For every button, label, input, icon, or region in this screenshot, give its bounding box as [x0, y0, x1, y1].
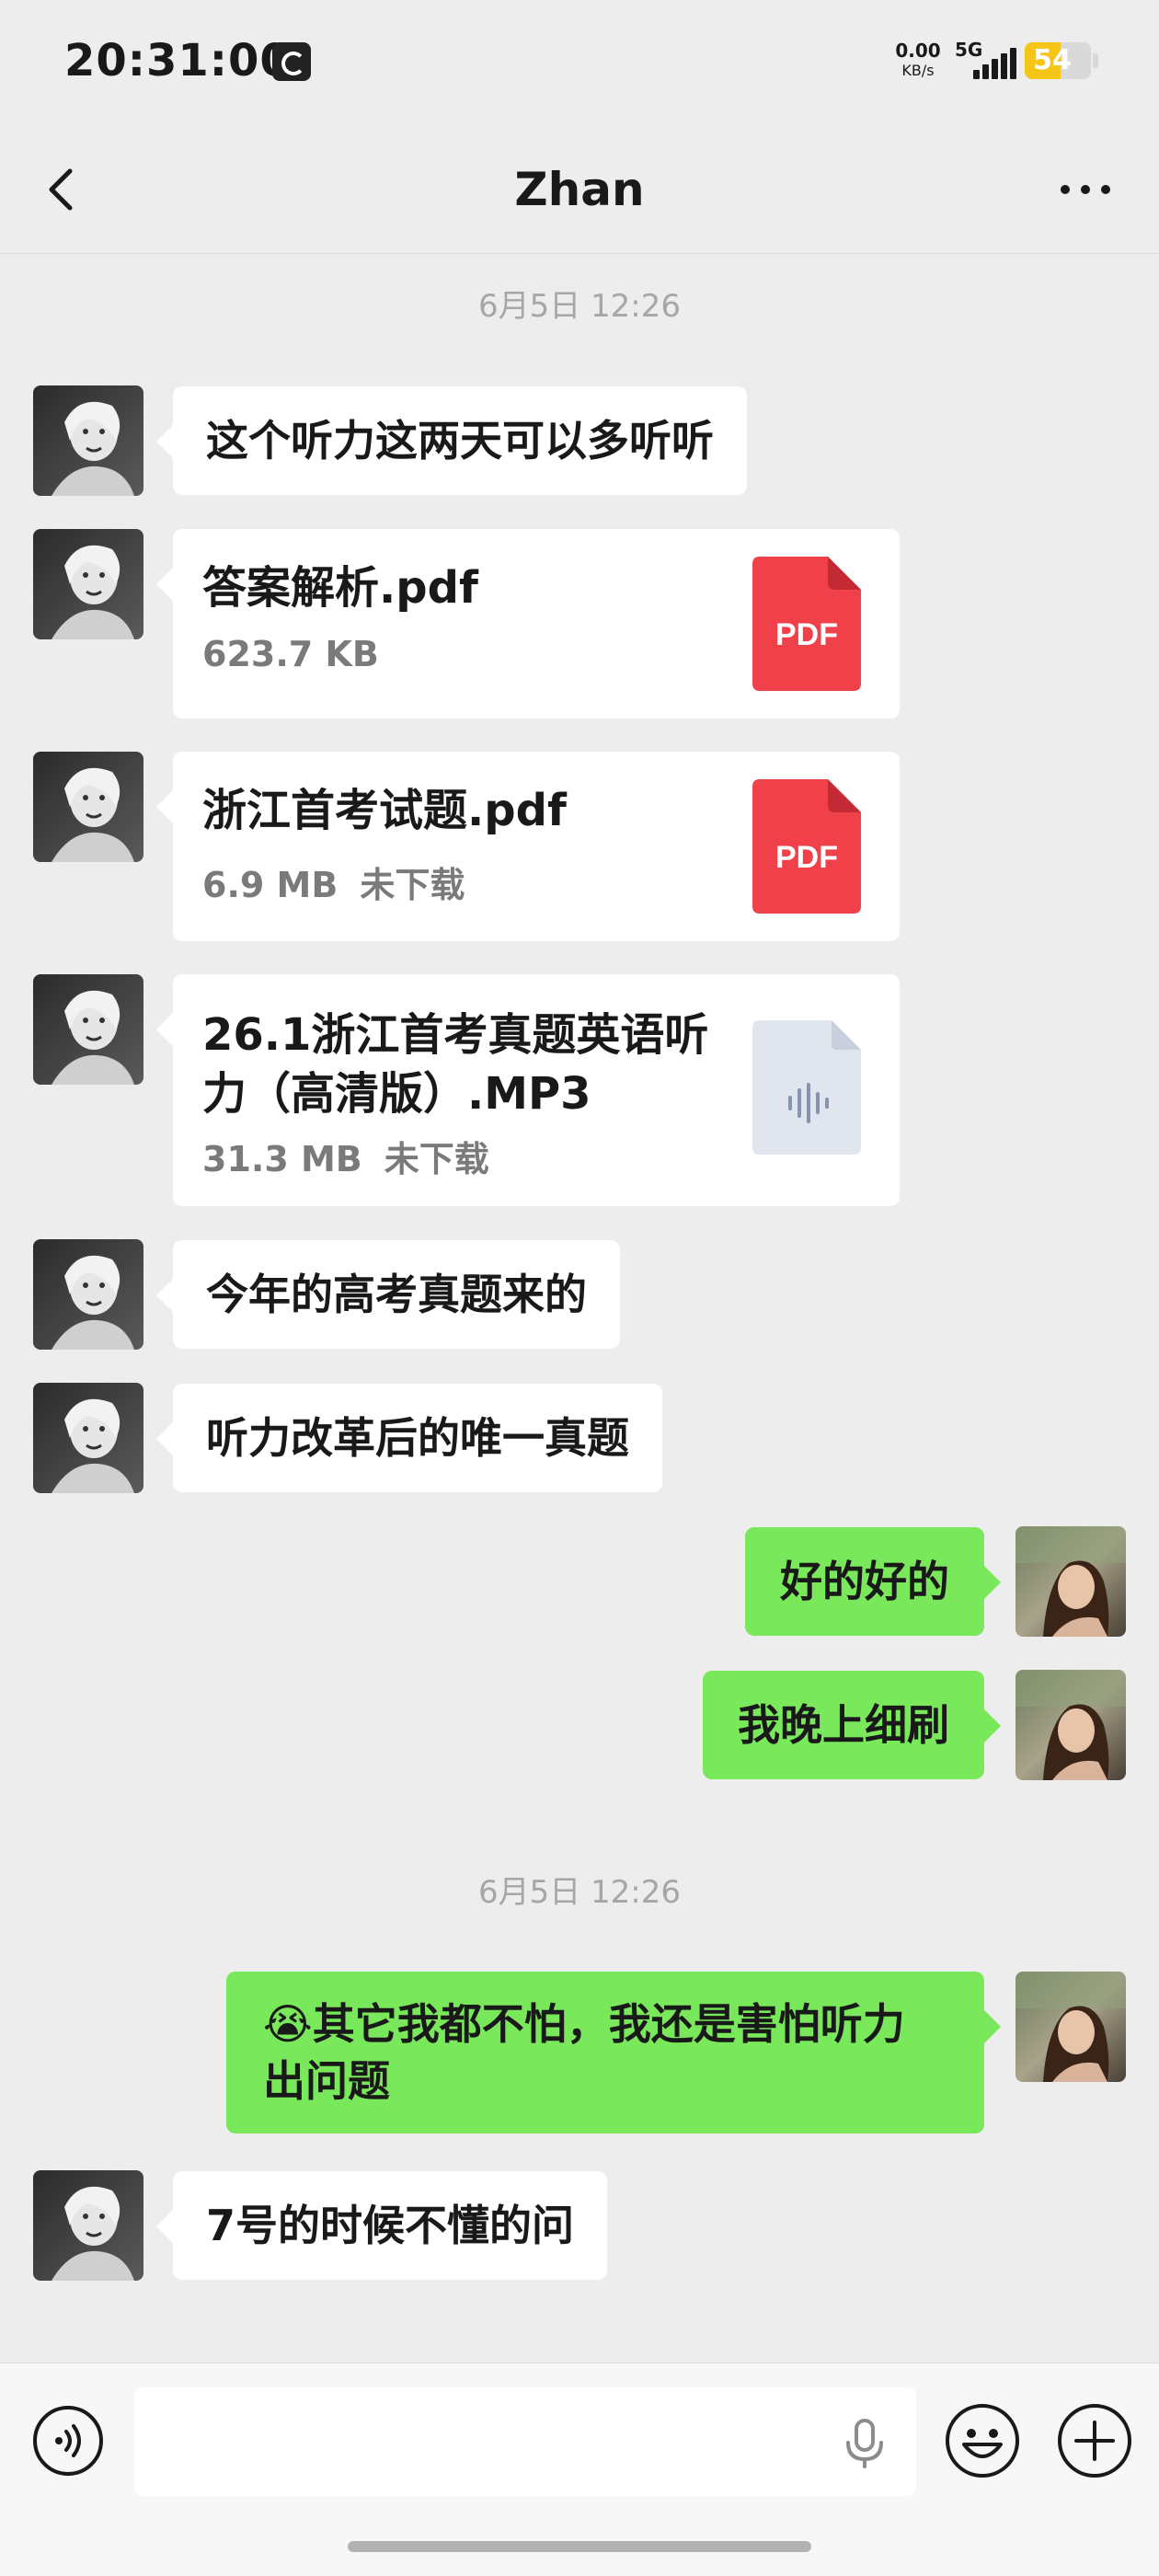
message-bubble-incoming[interactable]: 今年的高考真题来的 — [156, 1240, 620, 1349]
battery-icon: 54 — [1025, 42, 1091, 79]
my-avatar[interactable] — [1016, 1526, 1126, 1637]
notification-app-icon — [272, 42, 311, 81]
file-size: 31.3 MB — [202, 1139, 362, 1179]
chat-title[interactable]: Zhan — [304, 158, 855, 221]
network-speed-value: 0.00 — [895, 40, 941, 62]
my-avatar[interactable] — [1016, 1972, 1126, 2082]
home-indicator[interactable] — [348, 2541, 811, 2552]
status-bar: 20:31:00 0.00 KB/s 5G 54 — [0, 0, 1159, 125]
audio-file-icon — [752, 1020, 861, 1155]
avatar[interactable] — [33, 2170, 143, 2281]
back-button[interactable] — [37, 158, 92, 221]
message-bubble-outgoing[interactable]: 我晚上细刷 — [703, 1671, 1001, 1779]
more-dots-icon — [1061, 185, 1110, 194]
more-button[interactable] — [1049, 158, 1122, 221]
avatar[interactable] — [33, 974, 143, 1085]
file-name: 答案解析.pdf — [202, 562, 478, 614]
battery-level: 54 — [1033, 44, 1072, 76]
file-meta: 6.9 MB 未下载 — [202, 857, 465, 907]
timestamp: 6月5日 12:26 — [477, 288, 682, 325]
emoji-button[interactable] — [944, 2402, 1021, 2479]
file-name-line: 力（高清版）.MP3 — [202, 1068, 591, 1120]
chat-header: Zhan — [0, 125, 1159, 254]
file-name-line: 26.1浙江首考真题英语听 — [202, 1009, 709, 1061]
file-name: 26.1浙江首考真题英语听 力（高清版）.MP3 — [202, 1006, 736, 1123]
avatar[interactable] — [33, 385, 143, 496]
status-time: 20:31:00 — [64, 35, 292, 86]
avatar[interactable] — [33, 1239, 143, 1350]
voice-mode-icon — [33, 2406, 103, 2476]
my-avatar[interactable] — [1016, 1670, 1126, 1780]
message-bubble-incoming[interactable]: 听力改革后的唯一真题 — [156, 1384, 662, 1492]
avatar[interactable] — [33, 529, 143, 639]
message-bubble-outgoing[interactable]: 好的好的 — [745, 1527, 1001, 1636]
file-download-status: 未下载 — [384, 1139, 489, 1179]
pdf-label: PDF — [775, 840, 838, 875]
file-size: 6.9 MB — [202, 865, 339, 905]
file-meta: 31.3 MB 未下载 — [202, 1131, 489, 1181]
file-meta: 623.7 KB — [202, 634, 379, 674]
message-input[interactable] — [134, 2387, 916, 2496]
message-bubble-outgoing[interactable]: 😭其它我都不怕，我还是害怕听力 出问题 — [226, 1972, 1001, 2133]
network-speed-unit: KB/s — [901, 62, 935, 79]
message-line: 出问题 — [263, 2056, 390, 2106]
more-actions-button[interactable] — [1056, 2402, 1133, 2479]
file-name: 浙江首考试题.pdf — [202, 785, 567, 836]
chevron-left-icon — [49, 168, 73, 211]
pdf-file-icon: PDF — [752, 779, 861, 914]
pdf-file-icon: PDF — [752, 557, 861, 691]
message-line: 😭其它我都不怕，我还是害怕听力 — [263, 1999, 905, 2049]
network-speed: 0.00 KB/s — [889, 40, 947, 81]
file-message[interactable]: 答案解析.pdf 623.7 KB PDF — [156, 529, 900, 719]
message-list[interactable]: 6月5日 12:26 这个听力这两天可以多听听 答案解析.pdf 623.7 K… — [0, 255, 1159, 2362]
plus-icon — [1058, 2404, 1131, 2478]
message-bubble-incoming[interactable]: 7号的时候不懂的问 — [155, 2171, 608, 2280]
avatar[interactable] — [33, 752, 143, 862]
file-message[interactable]: 浙江首考试题.pdf 6.9 MB 未下载 PDF — [156, 752, 900, 941]
timestamp: 6月5日 12:26 — [477, 1874, 682, 1911]
battery-tip — [1093, 53, 1098, 68]
microphone-icon — [846, 2419, 883, 2468]
microphone-button[interactable] — [837, 2415, 892, 2470]
emoji-icon — [946, 2404, 1019, 2478]
file-message[interactable]: 26.1浙江首考真题英语听 力（高清版）.MP3 31.3 MB 未下载 — [156, 974, 900, 1206]
avatar[interactable] — [33, 1383, 143, 1493]
signal-icon — [973, 46, 1017, 79]
pdf-label: PDF — [775, 617, 838, 652]
file-size: 623.7 KB — [202, 634, 379, 674]
message-bubble-incoming[interactable]: 这个听力这两天可以多听听 — [156, 386, 747, 495]
file-download-status: 未下载 — [360, 865, 465, 905]
voice-mode-button[interactable] — [31, 2404, 105, 2478]
